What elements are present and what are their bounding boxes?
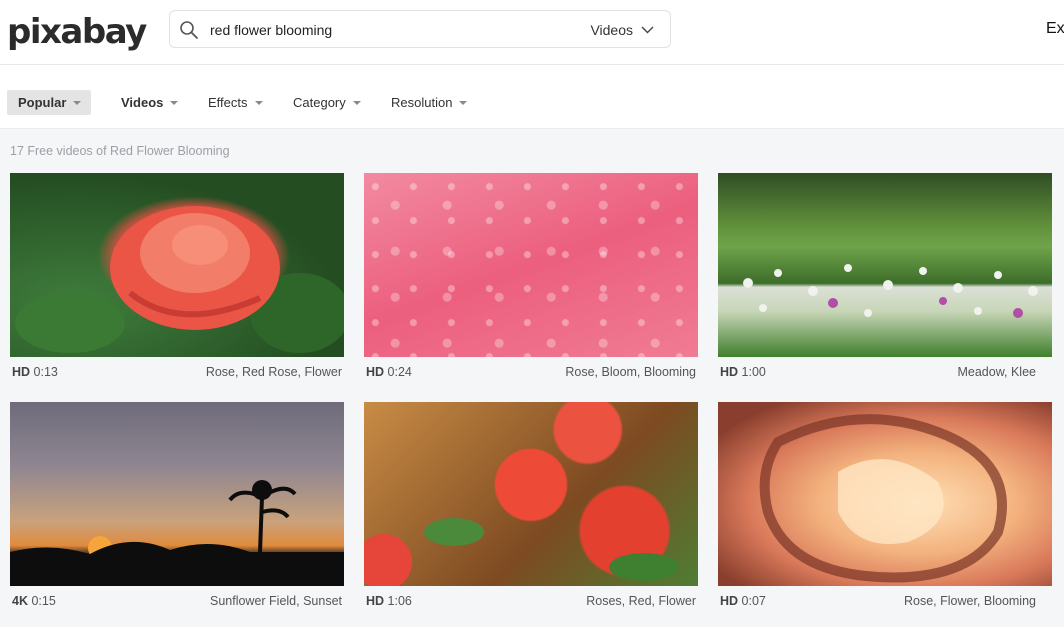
video-duration: 0:15	[31, 594, 56, 608]
top-bar: pixabay Videos Ex	[0, 0, 1064, 65]
caret-down-icon	[459, 100, 468, 105]
caret-down-icon	[352, 100, 361, 105]
caret-down-icon	[254, 100, 263, 105]
video-duration-info: HD 0:07	[720, 594, 766, 608]
video-duration: 1:00	[741, 365, 766, 379]
search-bar[interactable]: Videos	[169, 10, 671, 48]
video-duration-info: HD 0:13	[12, 365, 58, 379]
video-card[interactable]: HD 1:06 Roses, Red, Flower	[364, 402, 698, 616]
video-meta: HD 0:13 Rose, Red Rose, Flower	[10, 357, 344, 387]
video-meta: 4K 0:15 Sunflower Field, Sunset	[10, 586, 344, 616]
search-type-dropdown[interactable]: Videos	[590, 20, 654, 40]
filter-videos[interactable]: Videos	[121, 90, 179, 115]
video-quality: HD	[366, 365, 385, 379]
video-quality: HD	[366, 594, 385, 608]
video-tags[interactable]: Rose, Bloom, Blooming	[565, 365, 696, 379]
video-card[interactable]: HD 0:24 Rose, Bloom, Blooming	[364, 173, 698, 387]
video-meta: HD 0:07 Rose, Flower, Blooming	[718, 586, 1052, 616]
video-duration: 0:07	[741, 594, 766, 608]
sunset-thumbnail-art	[10, 480, 344, 586]
video-thumbnail[interactable]	[718, 173, 1052, 357]
video-thumbnail[interactable]	[364, 402, 698, 586]
video-quality: HD	[720, 594, 739, 608]
filter-effects-label: Effects	[208, 95, 248, 110]
video-duration: 0:24	[387, 365, 412, 379]
video-meta: HD 1:00 Meadow, Klee	[718, 357, 1052, 387]
video-tags[interactable]: Rose, Red Rose, Flower	[206, 365, 342, 379]
search-type-label: Videos	[590, 22, 633, 38]
roses-thumbnail-art	[364, 518, 679, 586]
video-duration: 1:06	[387, 594, 412, 608]
video-quality: HD	[12, 365, 31, 379]
filter-popular-label: Popular	[18, 95, 67, 110]
explore-link[interactable]: Ex	[1046, 20, 1064, 38]
video-duration-info: 4K 0:15	[12, 594, 56, 608]
filter-effects[interactable]: Effects	[208, 90, 263, 115]
search-input[interactable]	[210, 18, 580, 42]
video-thumbnail[interactable]	[718, 402, 1052, 586]
video-meta: HD 0:24 Rose, Bloom, Blooming	[364, 357, 698, 387]
video-duration-info: HD 1:06	[366, 594, 412, 608]
video-card[interactable]: HD 0:07 Rose, Flower, Blooming	[718, 402, 1052, 616]
video-quality: HD	[720, 365, 739, 379]
filter-resolution-label: Resolution	[391, 95, 453, 110]
video-tags[interactable]: Rose, Flower, Blooming	[904, 594, 1036, 608]
video-card[interactable]: HD 1:00 Meadow, Klee	[718, 173, 1052, 387]
caret-down-icon	[73, 100, 82, 105]
filter-resolution[interactable]: Resolution	[391, 90, 468, 115]
search-icon[interactable]	[179, 20, 199, 40]
caret-down-icon	[170, 100, 179, 105]
video-card[interactable]: HD 0:13 Rose, Red Rose, Flower	[10, 173, 344, 387]
video-quality: 4K	[12, 594, 28, 608]
video-tags[interactable]: Meadow, Klee	[957, 365, 1036, 379]
video-duration-info: HD 0:24	[366, 365, 412, 379]
filter-popular[interactable]: Popular	[7, 90, 92, 115]
video-meta: HD 1:06 Roses, Red, Flower	[364, 586, 698, 616]
video-thumbnail[interactable]	[364, 173, 698, 357]
blooming-rose-thumbnail-art	[759, 414, 1007, 583]
filter-category[interactable]: Category	[293, 90, 361, 115]
chevron-down-icon	[641, 26, 654, 34]
filter-category-label: Category	[293, 95, 346, 110]
video-tags[interactable]: Sunflower Field, Sunset	[210, 594, 342, 608]
filter-videos-label: Videos	[121, 95, 164, 110]
results-count: 17 Free videos of Red Flower Blooming	[10, 144, 230, 158]
video-tags[interactable]: Roses, Red, Flower	[586, 594, 696, 608]
rose-thumbnail-art	[15, 206, 344, 353]
filter-bar: Popular Videos Effects Category Resoluti…	[0, 65, 1064, 129]
video-duration-info: HD 1:00	[720, 365, 766, 379]
video-card[interactable]: 4K 0:15 Sunflower Field, Sunset	[10, 402, 344, 616]
video-thumbnail[interactable]	[10, 402, 344, 586]
meadow-thumbnail-art	[743, 264, 1038, 318]
video-thumbnail[interactable]	[10, 173, 344, 357]
pixabay-logo[interactable]: pixabay	[7, 12, 147, 52]
video-duration: 0:13	[33, 365, 58, 379]
